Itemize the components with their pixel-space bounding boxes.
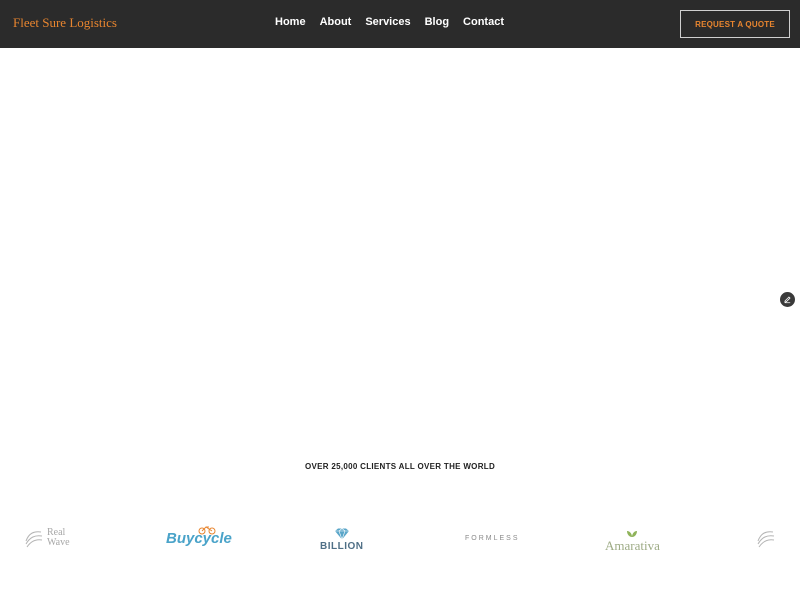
pencil-icon — [784, 296, 791, 304]
client-logo-formless: FORMLESS — [465, 520, 520, 556]
nav-contact[interactable]: Contact — [463, 16, 504, 28]
nav-blog[interactable]: Blog — [425, 16, 449, 28]
client-logo-billion: BILLION — [320, 522, 364, 558]
nav-home[interactable]: Home — [275, 16, 306, 28]
client-logo-amarativa: Amarativa — [605, 524, 660, 560]
wave-icon — [25, 531, 43, 548]
client-logo-realwave: Real Wave — [24, 520, 77, 556]
brand-logo-link[interactable]: Fleet Sure Logistics — [13, 15, 117, 31]
edit-button[interactable] — [780, 292, 795, 307]
realwave-logo-text: Real Wave — [47, 527, 70, 548]
request-quote-button[interactable]: REQUEST A QUOTE — [680, 10, 790, 38]
nav-about[interactable]: About — [320, 16, 352, 28]
clients-caption: OVER 25,000 CLIENTS ALL OVER THE WORLD — [304, 462, 496, 471]
diamond-icon — [334, 528, 349, 540]
bicycle-icon — [198, 526, 216, 535]
hero-section — [0, 48, 800, 448]
amarativa-logo-text: Amarativa — [605, 538, 660, 553]
leaf-icon — [627, 531, 638, 537]
nav-services[interactable]: Services — [365, 16, 410, 28]
main-nav: Home About Services Blog Contact — [275, 16, 504, 28]
wave-icon — [757, 531, 775, 548]
formless-logo-text: FORMLESS — [465, 534, 520, 542]
site-header: Fleet Sure Logistics Home About Services… — [0, 0, 800, 48]
billion-logo-text: BILLION — [320, 541, 364, 552]
client-logo-buycycle: Buycycle — [166, 520, 232, 556]
client-logo-realwave-partial — [756, 520, 786, 556]
